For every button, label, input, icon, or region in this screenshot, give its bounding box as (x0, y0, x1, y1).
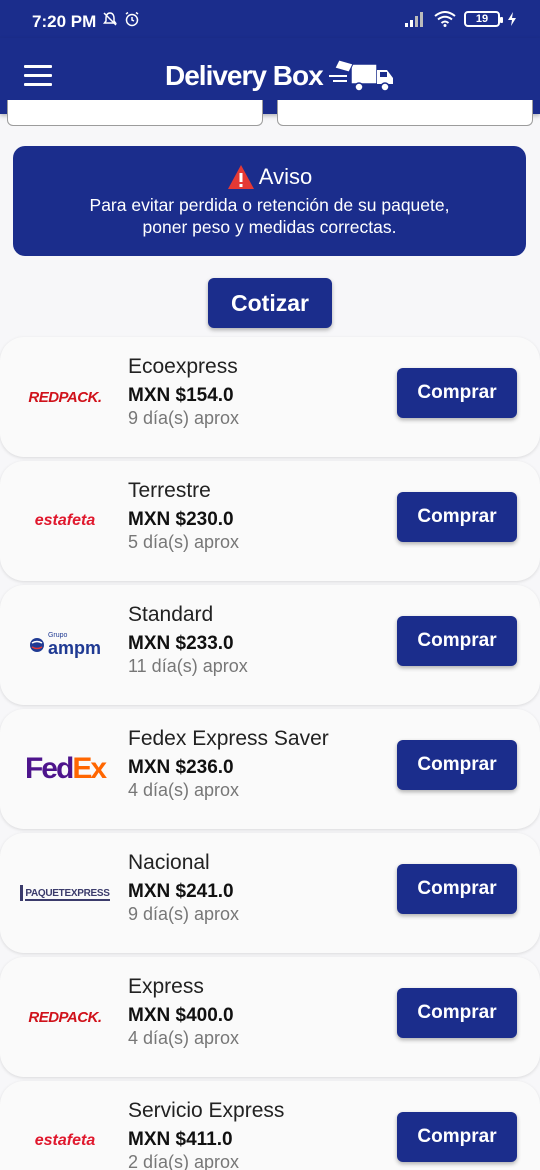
ampm-logo-text: ampm (47, 637, 101, 658)
service-price: MXN $411.0 (128, 1129, 233, 1150)
battery-icon: 19 (464, 11, 503, 27)
service-name: Servicio Express (128, 1099, 285, 1122)
charging-icon (508, 12, 516, 26)
carrier-card: REDPACK. Ecoexpress MXN $154.0 9 día(s) … (0, 337, 540, 457)
notice-head: Aviso (13, 164, 526, 190)
estafeta-logo: estafeta (20, 1081, 110, 1170)
paquetexpress-logo: PAQUETEXPRESS (20, 833, 110, 953)
redpack-logo-text: REDPACK. (28, 1008, 102, 1026)
service-price: MXN $230.0 (128, 509, 234, 530)
buy-button[interactable]: Comprar (397, 616, 517, 666)
delivery-days: 9 día(s) aprox (128, 904, 240, 924)
quote-button[interactable]: Cotizar (208, 278, 332, 328)
paquetexpress-logo-text: PAQUETEXPRESS (25, 888, 110, 901)
warning-icon (227, 165, 254, 189)
status-right-icons: 19 (404, 11, 516, 27)
battery-level: 19 (475, 13, 489, 25)
hamburger-menu-icon[interactable] (24, 65, 52, 87)
carrier-card: PAQUETEXPRESS Nacional MXN $241.0 9 día(… (0, 833, 540, 953)
alarm-icon (125, 11, 139, 27)
status-left-icons (102, 11, 140, 27)
carrier-card: FedEx Fedex Express Saver MXN $236.0 4 d… (0, 709, 540, 829)
service-name: Standard (128, 603, 214, 626)
service-price: MXN $236.0 (128, 757, 234, 778)
notice-line-1: Para evitar perdida o retención de su pa… (89, 195, 450, 215)
estafeta-logo-text: estafeta (34, 1132, 96, 1149)
ampm-logo: Grupo ampm (20, 585, 110, 705)
notice-line-2: poner peso y medidas correctas. (142, 217, 397, 237)
brand-title: Delivery Box (165, 60, 324, 91)
buy-button[interactable]: Comprar (397, 864, 517, 914)
delivery-truck-icon (328, 59, 393, 92)
service-name: Express (128, 975, 204, 998)
service-name: Terrestre (128, 479, 211, 502)
status-bar: 7:20 PM 19 (0, 0, 540, 38)
buy-button[interactable]: Comprar (397, 740, 517, 790)
dimensions-field[interactable] (277, 100, 533, 126)
delivery-days: 2 día(s) aprox (128, 1152, 240, 1170)
weight-field[interactable] (7, 100, 263, 126)
service-name: Ecoexpress (128, 355, 238, 378)
fedex-logo-ex: Ex (72, 752, 107, 785)
brand: Delivery Box (165, 56, 401, 96)
buy-button[interactable]: Comprar (397, 988, 517, 1038)
buy-button[interactable]: Comprar (397, 368, 517, 418)
service-name: Fedex Express Saver (128, 727, 329, 750)
status-time: 7:20 PM (32, 12, 97, 31)
carrier-card: Grupo ampm Standard MXN $233.0 11 día(s) … (0, 585, 540, 705)
wifi-icon (434, 11, 456, 27)
notifications-off-icon (103, 12, 117, 26)
delivery-days: 5 día(s) aprox (128, 532, 240, 552)
buy-button[interactable]: Comprar (397, 1112, 517, 1162)
carrier-card: estafeta Terrestre MXN $230.0 5 día(s) a… (0, 461, 540, 581)
service-price: MXN $233.0 (128, 633, 234, 654)
delivery-days: 11 día(s) aprox (128, 656, 248, 676)
service-name: Nacional (128, 851, 210, 874)
redpack-logo-text: REDPACK. (28, 388, 102, 406)
service-price: MXN $241.0 (128, 881, 234, 902)
redpack-logo: REDPACK. (20, 957, 110, 1077)
redpack-logo: REDPACK. (20, 337, 110, 457)
notice-title: Aviso (258, 164, 313, 189)
service-price: MXN $154.0 (128, 385, 234, 406)
delivery-days: 9 día(s) aprox (128, 408, 240, 428)
service-price: MXN $400.0 (128, 1005, 234, 1026)
estafeta-logo: estafeta (20, 461, 110, 581)
delivery-days: 4 día(s) aprox (128, 780, 240, 800)
buy-button[interactable]: Comprar (397, 492, 517, 542)
fedex-logo-fe: Fed (24, 752, 74, 785)
carrier-card: REDPACK. Express MXN $400.0 4 día(s) apr… (0, 957, 540, 1077)
signal-icon (405, 12, 423, 27)
delivery-days: 4 día(s) aprox (128, 1028, 240, 1048)
estafeta-logo-text: estafeta (34, 512, 96, 529)
fedex-logo: FedEx (20, 709, 110, 829)
carrier-card: estafeta Servicio Express MXN $411.0 2 d… (0, 1081, 540, 1170)
notice-banner: Aviso Para evitar perdida o retención de… (13, 146, 526, 256)
ampm-globe-icon (29, 638, 44, 652)
